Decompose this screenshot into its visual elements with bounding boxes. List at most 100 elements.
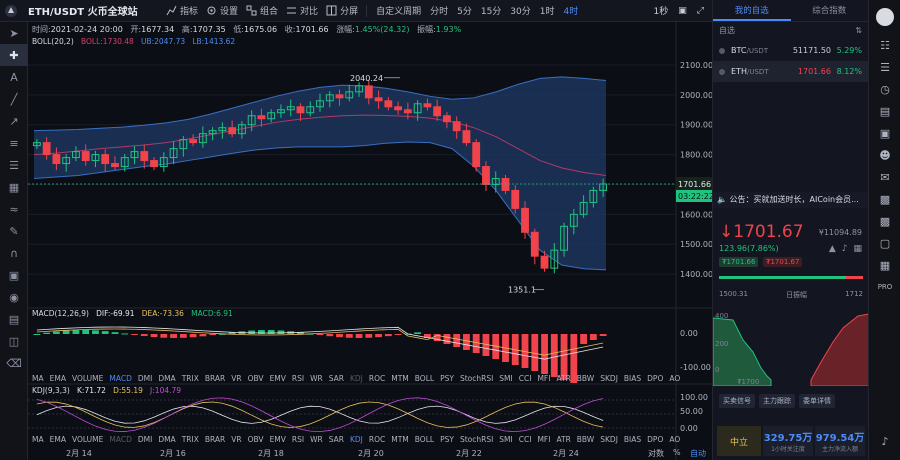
screen-icon[interactable]: ▩ — [869, 210, 900, 232]
indicator-tab[interactable]: BBW — [577, 374, 594, 383]
rect-tool-icon[interactable]: ▦ — [0, 176, 28, 198]
indicator-tab[interactable]: EMV — [270, 374, 286, 383]
indicator-tab[interactable]: MTM — [391, 435, 409, 444]
indicator-tab[interactable]: StochRSI — [460, 374, 493, 383]
indicator-tab[interactable]: AO — [669, 435, 680, 444]
scale-toggle[interactable]: 自动 — [690, 448, 706, 459]
tab-index[interactable]: 综合指数 — [791, 0, 869, 21]
indicator-tab[interactable]: BIAS — [624, 435, 641, 444]
indicator-tab[interactable]: VR — [231, 374, 241, 383]
camera-icon[interactable]: ▣ — [678, 6, 687, 16]
indicator-tab[interactable]: BOLL — [415, 374, 434, 383]
indicator-tab[interactable]: VOLUME — [72, 435, 103, 444]
signals-button[interactable]: 买卖信号 — [719, 394, 755, 408]
indicator-tab[interactable]: KDJ — [350, 435, 363, 444]
list-icon[interactable]: ☰ — [869, 56, 900, 78]
indicator-tab[interactable]: SKDJ — [600, 435, 618, 444]
clock-icon[interactable]: ◷ — [869, 78, 900, 100]
announcement-bar[interactable]: 🔈 公告：买就加送时长，AICoin会员... — [713, 192, 869, 208]
indicator-tab[interactable]: TRIX — [182, 435, 199, 444]
indicator-tab[interactable]: CCI — [519, 374, 532, 383]
indicator-tab[interactable]: RSI — [292, 435, 304, 444]
timeframe-15m[interactable]: 15分 — [481, 4, 501, 17]
channel-tool-icon[interactable]: ☰ — [0, 154, 28, 176]
alert-icon[interactable]: ▲ — [829, 244, 836, 254]
indicator-tab[interactable]: ATR — [556, 374, 570, 383]
scale-toggle[interactable]: 对数 — [648, 448, 664, 459]
avatar[interactable] — [875, 8, 894, 26]
indicator-tab[interactable]: MACD — [109, 374, 131, 383]
indicator-tab[interactable]: MACD — [109, 435, 131, 444]
indicator-tab[interactable]: BBW — [577, 435, 594, 444]
indicator-tab[interactable]: RSI — [292, 374, 304, 383]
indicator-tab[interactable]: DMA — [158, 435, 175, 444]
indicator-tab[interactable]: OBV — [248, 435, 264, 444]
ray-tool-icon[interactable]: ↗ — [0, 110, 28, 132]
refresh-interval[interactable]: 1秒 — [654, 4, 669, 17]
kdj-label[interactable]: KDJ(9,3,3) K:71.72 D:55.19 J:104.79 — [32, 386, 181, 395]
scale-toggle[interactable]: % — [673, 448, 681, 457]
splitscreen-button[interactable]: 分屏 — [326, 4, 358, 17]
indicator-tab[interactable]: StochRSI — [460, 435, 493, 444]
indicator-tab[interactable]: MA — [32, 374, 44, 383]
indicator-tab[interactable]: ROC — [369, 435, 385, 444]
order-detail-button[interactable]: 委单详情 — [799, 394, 835, 408]
tv-icon[interactable]: ▢ — [869, 232, 900, 254]
sort-icon[interactable]: ⇅ — [855, 22, 862, 40]
indicator-tab[interactable]: MA — [32, 435, 44, 444]
line-tool-icon[interactable]: ╱ — [0, 88, 28, 110]
indicator-tab[interactable]: DPO — [647, 374, 663, 383]
indicator-tab[interactable]: DPO — [647, 435, 663, 444]
trash-icon[interactable]: ⌫ — [0, 352, 28, 374]
wave-tool-icon[interactable]: ≈ — [0, 198, 28, 220]
watchlist-row-eth[interactable]: ETH/USDT 1701.66 8.12% — [713, 61, 868, 82]
indicator-tab[interactable]: SAR — [329, 374, 344, 383]
magnet-icon[interactable]: ∩ — [0, 242, 28, 264]
indicator-tab[interactable]: DMI — [138, 435, 152, 444]
eye-icon[interactable]: ◉ — [0, 286, 28, 308]
crosshair-icon[interactable]: ✚ — [0, 44, 28, 66]
fib-tool-icon[interactable]: ≡ — [0, 132, 28, 154]
indicator-tab[interactable]: EMA — [50, 435, 66, 444]
indicator-tab[interactable]: MFI — [537, 374, 550, 383]
timeframe-4h[interactable]: 4时 — [563, 4, 578, 17]
indicator-tab[interactable]: PSY — [440, 435, 454, 444]
news-icon[interactable]: ▤ — [869, 100, 900, 122]
indicator-tab[interactable]: EMA — [50, 374, 66, 383]
indicator-tab[interactable]: CCI — [519, 435, 532, 444]
indicator-tab[interactable]: BRAR — [205, 435, 225, 444]
copy-icon[interactable]: ◫ — [0, 330, 28, 352]
watchlist-row-btc[interactable]: BTC/USDT 51171.50 5.29% — [713, 40, 868, 61]
expand-icon[interactable]: ▣ — [869, 122, 900, 144]
macd-label[interactable]: MACD(12,26,9) DIF:-69.91 DEA:-73.36 MACD… — [32, 309, 233, 318]
indicator-tab[interactable]: TRIX — [182, 374, 199, 383]
indicator-tab[interactable]: SKDJ — [600, 374, 618, 383]
indicator-tab[interactable]: SAR — [329, 435, 344, 444]
indicator-tab[interactable]: AO — [669, 374, 680, 383]
orders-icon[interactable]: ▦ — [869, 254, 900, 276]
calculator-icon[interactable]: ▦ — [853, 244, 862, 254]
expand-icon[interactable]: ⤢ — [697, 6, 704, 16]
indicator-tab[interactable]: BRAR — [205, 374, 225, 383]
timeframe-30m[interactable]: 30分 — [510, 4, 530, 17]
indicator-tab[interactable]: BIAS — [624, 374, 641, 383]
indicator-tab[interactable]: WR — [310, 374, 323, 383]
message-icon[interactable]: ✉ — [869, 166, 900, 188]
indicator-tab[interactable]: ROC — [369, 374, 385, 383]
ruler-icon[interactable]: ✎ — [0, 220, 28, 242]
indicator-tab[interactable]: DMA — [158, 374, 175, 383]
combine-button[interactable]: 组合 — [246, 4, 278, 17]
settings-button[interactable]: 设置 — [206, 4, 238, 17]
pro-icon[interactable]: PRO — [869, 276, 900, 298]
tab-my-watchlist[interactable]: 我的自选 — [713, 0, 791, 21]
bar-chart-icon[interactable]: ▩ — [869, 188, 900, 210]
indicator-tab[interactable]: WR — [310, 435, 323, 444]
indicator-tab[interactable]: BOLL — [415, 435, 434, 444]
bell-icon[interactable]: ♪ — [869, 430, 900, 452]
indicator-button[interactable]: 指标 — [166, 4, 198, 17]
indicator-tab[interactable]: EMV — [270, 435, 286, 444]
text-tool-icon[interactable]: A — [0, 66, 28, 88]
indicator-tab[interactable]: VR — [231, 435, 241, 444]
compare-button[interactable]: 对比 — [286, 4, 318, 17]
depth-chart[interactable] — [713, 310, 869, 386]
